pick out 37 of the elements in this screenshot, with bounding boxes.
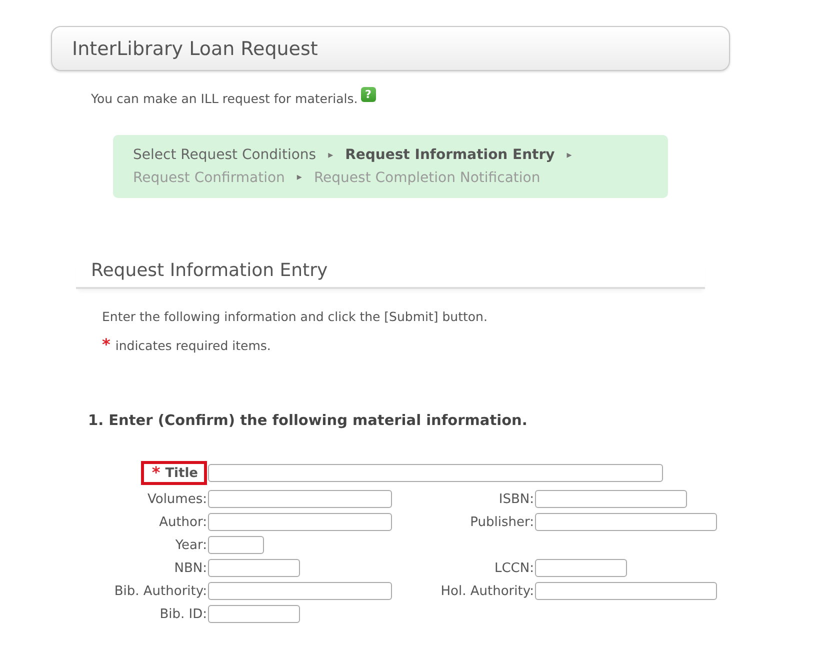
step-separator: ▸ bbox=[566, 150, 572, 161]
input-field[interactable] bbox=[535, 582, 717, 600]
step-label: Request Confirmation bbox=[133, 170, 285, 186]
field-label: Volumes: bbox=[147, 492, 207, 506]
field-label: Bib. ID: bbox=[160, 606, 207, 622]
input-field[interactable] bbox=[208, 490, 392, 508]
section-title: Request Information Entry bbox=[91, 260, 329, 281]
field-label: LCCN: bbox=[494, 560, 534, 576]
help-icon[interactable]: ? bbox=[360, 87, 376, 102]
field-label: Year: bbox=[175, 538, 207, 552]
page-title: InterLibrary Loan Request bbox=[72, 38, 318, 60]
input-field[interactable] bbox=[208, 582, 392, 600]
input-field[interactable] bbox=[535, 513, 717, 531]
required-note: indicates required items. bbox=[115, 338, 271, 352]
instruction-text: Enter the following information and click the [Submit] button. bbox=[102, 309, 488, 324]
field-label: Hol. Authority: bbox=[440, 584, 534, 598]
step-separator: ▸ bbox=[296, 172, 302, 184]
field-label: Author: bbox=[159, 514, 207, 530]
input-field[interactable] bbox=[535, 490, 687, 508]
input-field[interactable] bbox=[208, 464, 663, 482]
step-separator: ▸ bbox=[328, 150, 334, 161]
required-mark: * bbox=[102, 337, 110, 353]
field-label: ISBN: bbox=[498, 492, 534, 506]
input-field[interactable] bbox=[208, 559, 300, 577]
step-label: Request Information Entry bbox=[345, 147, 555, 164]
field-label: * Title bbox=[140, 461, 207, 485]
step-label: Select Request Conditions bbox=[133, 147, 316, 164]
input-field[interactable] bbox=[208, 536, 264, 554]
field-label: NBN: bbox=[174, 560, 207, 576]
input-field[interactable] bbox=[535, 559, 627, 577]
field-label: Bib. Authority: bbox=[114, 584, 207, 598]
subsection-title: 1. Enter (Confirm) the following material information. bbox=[88, 413, 528, 429]
field-label: Publisher: bbox=[470, 514, 534, 530]
step-label: Request Completion Notification bbox=[314, 170, 540, 186]
input-field[interactable] bbox=[208, 513, 392, 531]
input-field[interactable] bbox=[208, 605, 300, 623]
intro-text: You can make an ILL request for materials. bbox=[91, 91, 358, 106]
